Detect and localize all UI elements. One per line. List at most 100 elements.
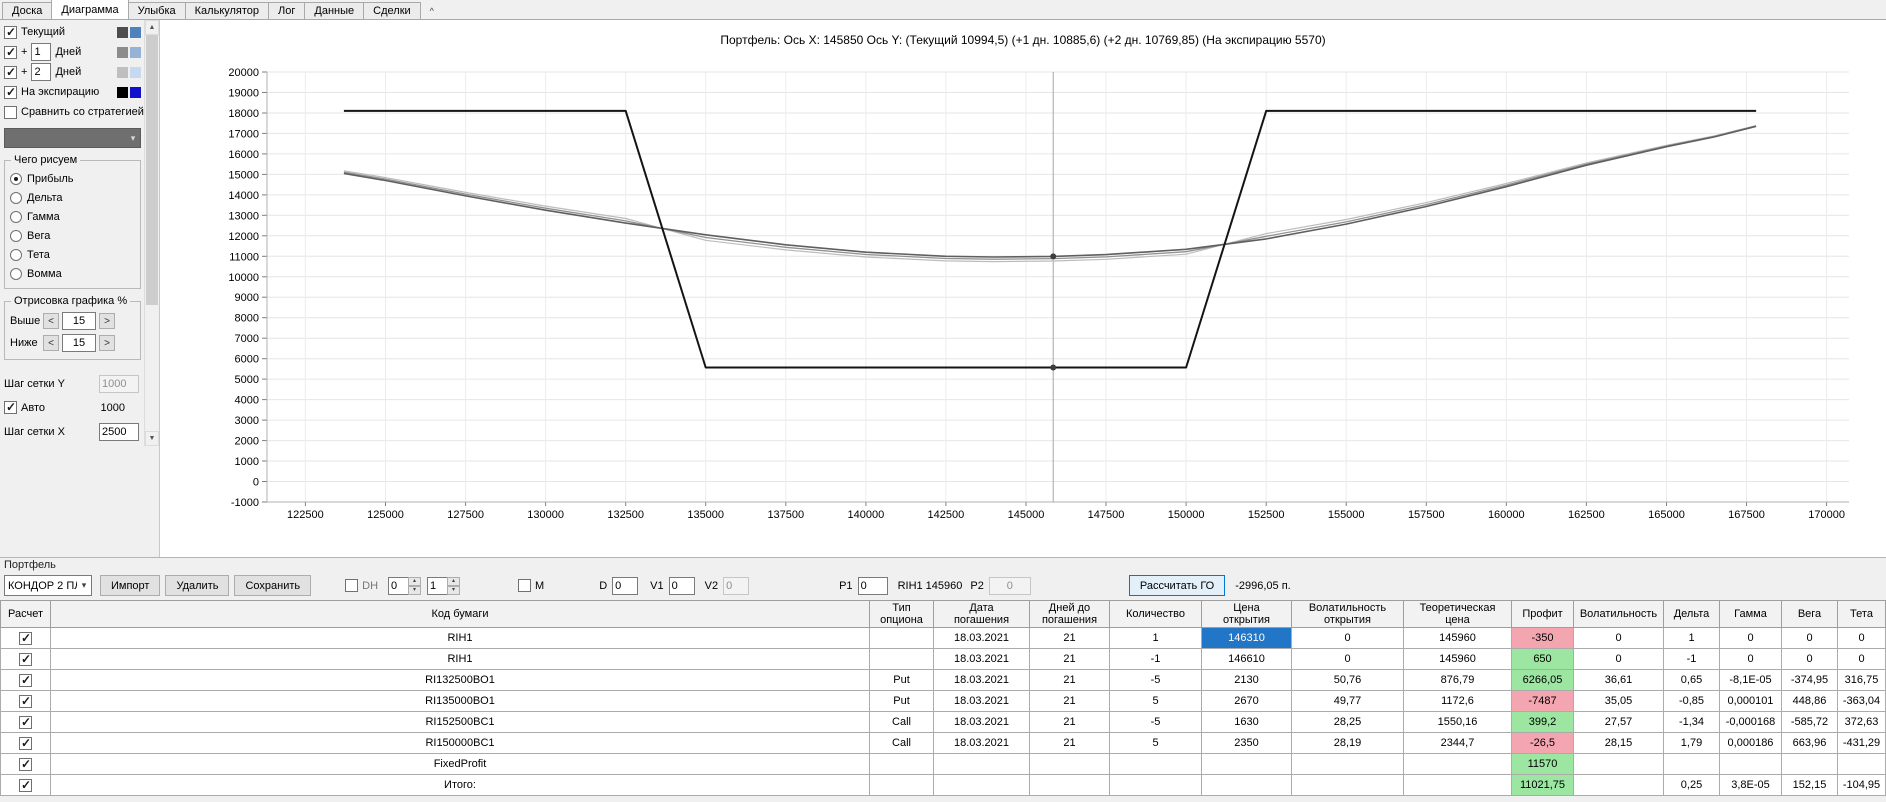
scroll-down-icon[interactable]: ▼ [145, 431, 159, 446]
draw-option-theta[interactable]: Тета [10, 245, 135, 264]
draw-option-gamma[interactable]: Гамма [10, 207, 135, 226]
current-checkbox[interactable] [4, 25, 17, 39]
save-button[interactable]: Сохранить [234, 575, 312, 596]
strategy-select[interactable]: КОНДОР 2 ПЛ ▾ [4, 575, 92, 596]
col-header-open_vol[interactable]: Волатильность открытия [1291, 600, 1404, 628]
cell-gamma: 0 [1719, 627, 1782, 649]
col-header-code[interactable]: Код бумаги [50, 600, 870, 628]
position-row[interactable]: RI135000BO1Put18.03.2021215267049,771172… [0, 690, 1886, 712]
calc-checkbox[interactable] [19, 631, 32, 645]
above-increment-button[interactable]: > [99, 313, 115, 329]
position-row[interactable]: FixedProfit 11570 [0, 753, 1886, 775]
col-header-open[interactable]: Цена открытия [1201, 600, 1292, 628]
calc-checkbox[interactable] [19, 778, 32, 792]
m-checkbox[interactable] [518, 579, 532, 592]
col-header-theta[interactable]: Тета [1837, 600, 1886, 628]
v1-input[interactable] [668, 576, 695, 595]
position-row[interactable]: RI132500BO1Put18.03.202121-5213050,76876… [0, 669, 1886, 691]
col-header-profit[interactable]: Профит [1511, 600, 1574, 628]
col-header-calc[interactable]: Расчет [0, 600, 51, 628]
plus2-checkbox[interactable] [4, 65, 17, 79]
position-row[interactable]: RI152500BC1Call18.03.202121-5163028,2515… [0, 711, 1886, 733]
draw-mode-group: Чего рисуем Прибыль Дельта Гамма Вега Те… [4, 154, 141, 289]
calc-checkbox[interactable] [19, 757, 32, 771]
tab-calculator[interactable]: Калькулятор [184, 2, 270, 19]
v1-label: V1 [650, 579, 664, 592]
tab-scroll-up-icon[interactable]: ^ [430, 6, 434, 16]
calc-checkbox[interactable] [19, 736, 32, 750]
p2-input[interactable] [988, 576, 1031, 595]
current-label: Текущий [21, 26, 65, 38]
calc-checkbox[interactable] [19, 673, 32, 687]
tab-data[interactable]: Данные [304, 2, 365, 19]
col-header-vol[interactable]: Волатильность [1573, 600, 1664, 628]
scroll-up-icon[interactable]: ▲ [145, 20, 159, 35]
calc-checkbox[interactable] [19, 652, 32, 666]
col-header-delta[interactable]: Дельта [1663, 600, 1720, 628]
d-input[interactable] [612, 576, 639, 595]
below-label: Ниже [10, 337, 38, 349]
v2-input[interactable] [723, 576, 750, 595]
dh-checkbox[interactable] [345, 579, 359, 592]
position-row[interactable]: RI150000BC1Call18.03.2021215235028,19234… [0, 732, 1886, 754]
above-decrement-button[interactable]: < [43, 313, 59, 329]
scrollbar-track[interactable] [145, 35, 159, 431]
p2-label: P2 [970, 579, 984, 592]
spinner-up-down-icons[interactable]: ▴ ▾ [408, 576, 422, 595]
cell-theta: -431,29 [1837, 732, 1886, 754]
plus1-days-input[interactable] [31, 43, 52, 61]
dh-value-1-input[interactable] [388, 576, 409, 595]
expiration-checkbox[interactable] [4, 85, 17, 99]
compare-strategy-checkbox[interactable] [4, 105, 17, 119]
col-header-theo[interactable]: Теоретическая цена [1403, 600, 1512, 628]
draw-option-vomma[interactable]: Вомма [10, 264, 135, 283]
tab-diagram[interactable]: Диаграмма [51, 0, 129, 19]
position-row[interactable]: RIH118.03.202121-114661001459606500-1000 [0, 648, 1886, 670]
draw-option-profit[interactable]: Прибыль [10, 169, 135, 188]
dh-value-2-input[interactable] [427, 576, 448, 595]
calc-checkbox[interactable] [19, 715, 32, 729]
spinner-up-down-icons[interactable]: ▴ ▾ [447, 576, 461, 595]
m-label: М [535, 579, 545, 592]
delete-button[interactable]: Удалить [165, 575, 230, 596]
below-decrement-button[interactable]: < [43, 335, 59, 351]
col-header-qty[interactable]: Количество [1109, 600, 1202, 628]
below-input[interactable] [62, 334, 96, 352]
plus1-checkbox[interactable] [4, 45, 17, 59]
draw-option-vega[interactable]: Вега [10, 226, 135, 245]
tab-bar: Доска Диаграмма Улыбка Калькулятор Лог Д… [0, 0, 1886, 20]
tab-log[interactable]: Лог [268, 2, 306, 19]
position-row[interactable]: Итого: 11021,75 0,253,8E-05152,15-104,95 [0, 774, 1886, 796]
grid-step-y-input[interactable] [99, 374, 139, 393]
col-header-type[interactable]: Тип опциона [869, 600, 934, 628]
import-button[interactable]: Импорт [100, 575, 161, 596]
svg-text:152500: 152500 [1248, 509, 1285, 521]
current-gray-swatch [117, 26, 128, 38]
sidebar-scrollbar[interactable]: ▲ ▼ [144, 20, 159, 446]
col-header-date[interactable]: Дата погашения [933, 600, 1030, 628]
col-header-days[interactable]: Дней до погашения [1029, 600, 1110, 628]
compare-strategy-select[interactable]: ▾ [4, 128, 141, 148]
calc-margin-button[interactable]: Рассчитать ГО [1128, 575, 1226, 596]
grid-auto-label: Авто [21, 401, 45, 414]
p1-input[interactable] [857, 576, 888, 595]
tab-board[interactable]: Доска [2, 2, 53, 19]
plus2-days-input[interactable] [31, 63, 52, 81]
col-header-vega[interactable]: Вега [1781, 600, 1838, 628]
cell-vega: 0 [1781, 648, 1838, 670]
col-header-gamma[interactable]: Гамма [1719, 600, 1782, 628]
grid-auto-checkbox[interactable] [4, 400, 17, 414]
tab-smile[interactable]: Улыбка [127, 2, 186, 19]
calc-checkbox[interactable] [19, 694, 32, 708]
cell-type [869, 774, 934, 796]
position-row[interactable]: RIH118.03.20212111463100145960-35001000 [0, 627, 1886, 649]
draw-option-delta[interactable]: Дельта [10, 188, 135, 207]
payoff-chart[interactable]: -1000 0 1000 2000 3000 4000 5000 6000 7000 8000 90… [160, 20, 1886, 557]
above-input[interactable] [62, 312, 96, 330]
scrollbar-thumb[interactable] [146, 35, 158, 305]
grid-step-x-input[interactable] [99, 422, 139, 441]
tab-trades[interactable]: Сделки [363, 2, 421, 19]
cell-type: Call [869, 711, 934, 733]
cell-vega: 152,15 [1781, 774, 1838, 796]
below-increment-button[interactable]: > [99, 335, 115, 351]
